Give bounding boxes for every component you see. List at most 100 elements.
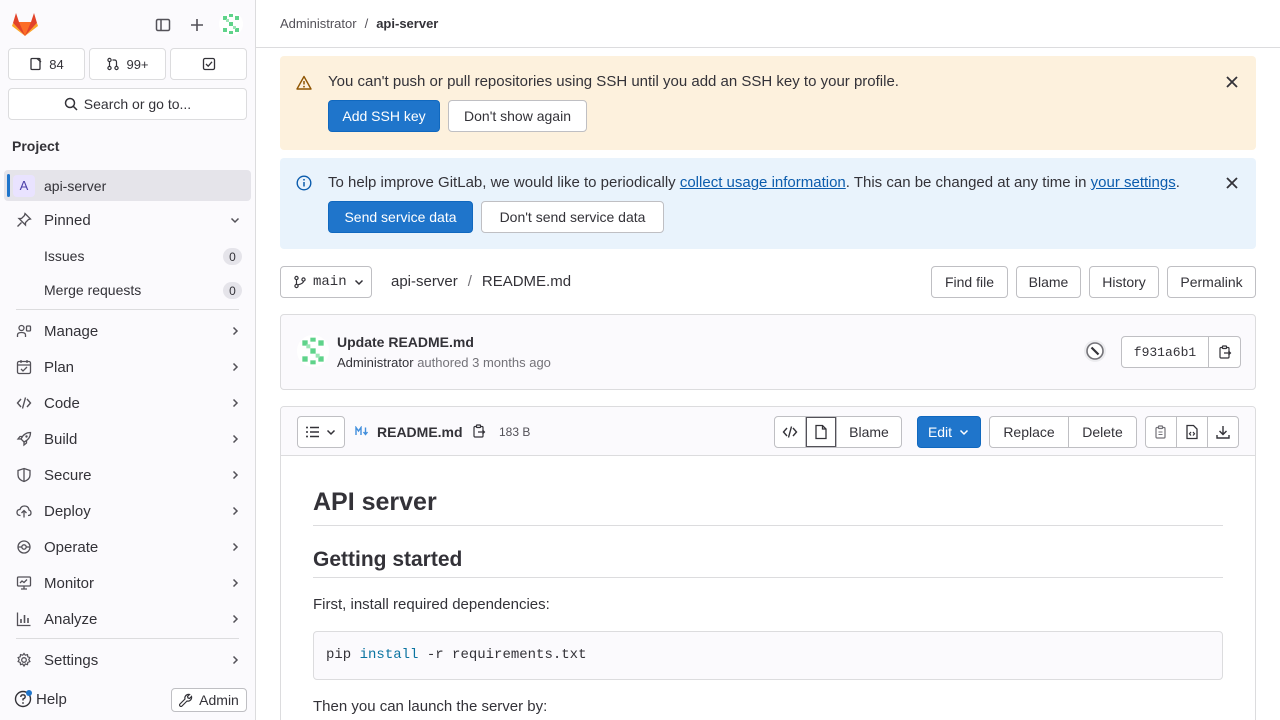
sidebar-item-plan[interactable]: Plan [4, 351, 251, 383]
file-viewer: README.md 183 B Blame Edit Replace Delet… [280, 406, 1256, 720]
sidebar-item-merge-requests[interactable]: Merge requests 0 [4, 274, 251, 306]
blame-button[interactable]: Blame [1016, 266, 1081, 298]
open-raw-button[interactable] [1176, 416, 1208, 448]
chevron-right-icon [229, 469, 241, 481]
users-icon [16, 323, 32, 339]
edit-button[interactable]: Edit [917, 416, 981, 448]
readme-paragraph: First, install required dependencies: [313, 596, 550, 613]
author-avatar[interactable] [297, 335, 329, 367]
copy-sha-button[interactable] [1209, 336, 1241, 368]
shield-icon [16, 467, 32, 483]
readme-heading-1: API server [313, 488, 1223, 526]
path-separator: / [467, 273, 472, 290]
usage-data-alert: To help improve GitLab, we would like to… [280, 158, 1256, 249]
sidebar-item-manage[interactable]: Manage [4, 315, 251, 347]
replace-button[interactable]: Replace [989, 416, 1069, 448]
dont-send-service-data-button[interactable]: Don't send service data [481, 201, 664, 233]
sidebar-item-analyze[interactable]: Analyze [4, 603, 251, 635]
download-icon [1215, 424, 1231, 440]
close-icon[interactable] [1224, 175, 1240, 191]
collect-usage-link[interactable]: collect usage information [680, 174, 846, 191]
admin-button[interactable]: Admin [171, 688, 247, 712]
last-commit-panel: Update README.md Administrator authored … [280, 314, 1256, 390]
commit-title[interactable]: Update README.md [337, 334, 474, 350]
sidebar-item-issues[interactable]: Issues 0 [4, 240, 251, 272]
gitlab-logo-icon[interactable] [11, 11, 39, 37]
path-file: README.md [481, 273, 572, 290]
merge-request-icon [106, 57, 120, 71]
copy-contents-button[interactable] [1145, 416, 1177, 448]
sidebar-item-pinned[interactable]: Pinned [4, 204, 251, 236]
table-of-contents-button[interactable] [297, 416, 345, 448]
dont-show-again-button[interactable]: Don't show again [448, 100, 587, 132]
code-keyword: install [359, 647, 419, 663]
admin-label: Admin [199, 692, 239, 708]
issues-count-button[interactable]: 84 [8, 48, 85, 80]
todos-button[interactable] [170, 48, 247, 80]
code-command: pip [326, 647, 352, 663]
download-button[interactable] [1207, 416, 1239, 448]
project-name: api-server [44, 177, 107, 194]
breadcrumb: Administrator / api-server [256, 0, 1280, 48]
history-button[interactable]: History [1089, 266, 1159, 298]
chevron-right-icon [229, 577, 241, 589]
permalink-button[interactable]: Permalink [1167, 266, 1256, 298]
commit-time: authored 3 months ago [417, 355, 551, 370]
sidebar-item-monitor[interactable]: Monitor [4, 567, 251, 599]
merge-requests-count-button[interactable]: 99+ [89, 48, 166, 80]
sidebar-item-operate[interactable]: Operate [4, 531, 251, 563]
copy-file-path-icon[interactable] [472, 424, 486, 438]
sidebar-item-settings[interactable]: Settings [4, 644, 251, 676]
file-header: README.md 183 B Blame Edit Replace Delet… [281, 407, 1255, 456]
help-button[interactable]: Help [14, 690, 67, 708]
sidebar-item-label: Build [44, 430, 78, 448]
file-actions-group: Replace Delete [989, 416, 1137, 448]
delete-button[interactable]: Delete [1068, 416, 1137, 448]
path-root-link[interactable]: api-server [391, 273, 458, 290]
sidebar-item-code[interactable]: Code [4, 387, 251, 419]
add-ssh-key-button[interactable]: Add SSH key [328, 100, 440, 132]
document-icon [813, 424, 829, 440]
user-avatar[interactable] [219, 12, 243, 36]
branch-selector[interactable]: main [280, 266, 372, 298]
pipeline-status-icon[interactable] [1083, 339, 1107, 363]
close-icon[interactable] [1224, 74, 1240, 90]
your-settings-link[interactable]: your settings [1091, 174, 1176, 191]
file-path: api-server / README.md [391, 273, 571, 290]
edit-label: Edit [927, 424, 953, 440]
sidebar-item-deploy[interactable]: Deploy [4, 495, 251, 527]
sidebar-item-secure[interactable]: Secure [4, 459, 251, 491]
monitor-icon [16, 575, 32, 591]
usage-text-after: . [1175, 174, 1180, 191]
commit-author[interactable]: Administrator [337, 355, 414, 370]
sidebar-toggle-icon[interactable] [149, 11, 177, 39]
send-service-data-button[interactable]: Send service data [328, 201, 473, 233]
file-code-icon [1184, 424, 1200, 440]
calendar-icon [16, 359, 32, 375]
sidebar-top [0, 0, 255, 48]
sidebar-item-label: Monitor [44, 574, 95, 592]
plus-icon[interactable] [183, 11, 211, 39]
code-icon [16, 395, 32, 411]
sidebar-item-project[interactable]: A api-server [4, 170, 251, 201]
breadcrumb-separator: / [364, 16, 369, 31]
view-source-button[interactable] [774, 416, 806, 448]
readme-heading-2: Getting started [313, 548, 1223, 578]
todo-check-icon [202, 57, 216, 71]
sidebar-item-build[interactable]: Build [4, 423, 251, 455]
sidebar-item-label: Analyze [44, 610, 98, 628]
breadcrumb-current[interactable]: api-server [376, 16, 438, 31]
chevron-right-icon [229, 613, 241, 625]
commit-sha-group: f931a6b1 [1121, 336, 1241, 368]
ssh-alert-text: You can't push or pull repositories usin… [328, 73, 899, 90]
view-rendered-button[interactable] [805, 416, 837, 448]
question-icon [14, 690, 32, 708]
project-avatar: A [13, 174, 35, 197]
breadcrumb-parent[interactable]: Administrator [280, 16, 357, 31]
file-blame-button[interactable]: Blame [836, 416, 902, 448]
find-file-button[interactable]: Find file [931, 266, 1008, 298]
code-args: -r requirements.txt [426, 647, 587, 663]
chevron-down-icon [229, 214, 241, 226]
commit-sha[interactable]: f931a6b1 [1121, 336, 1209, 368]
search-button[interactable]: Search or go to... [8, 88, 247, 120]
